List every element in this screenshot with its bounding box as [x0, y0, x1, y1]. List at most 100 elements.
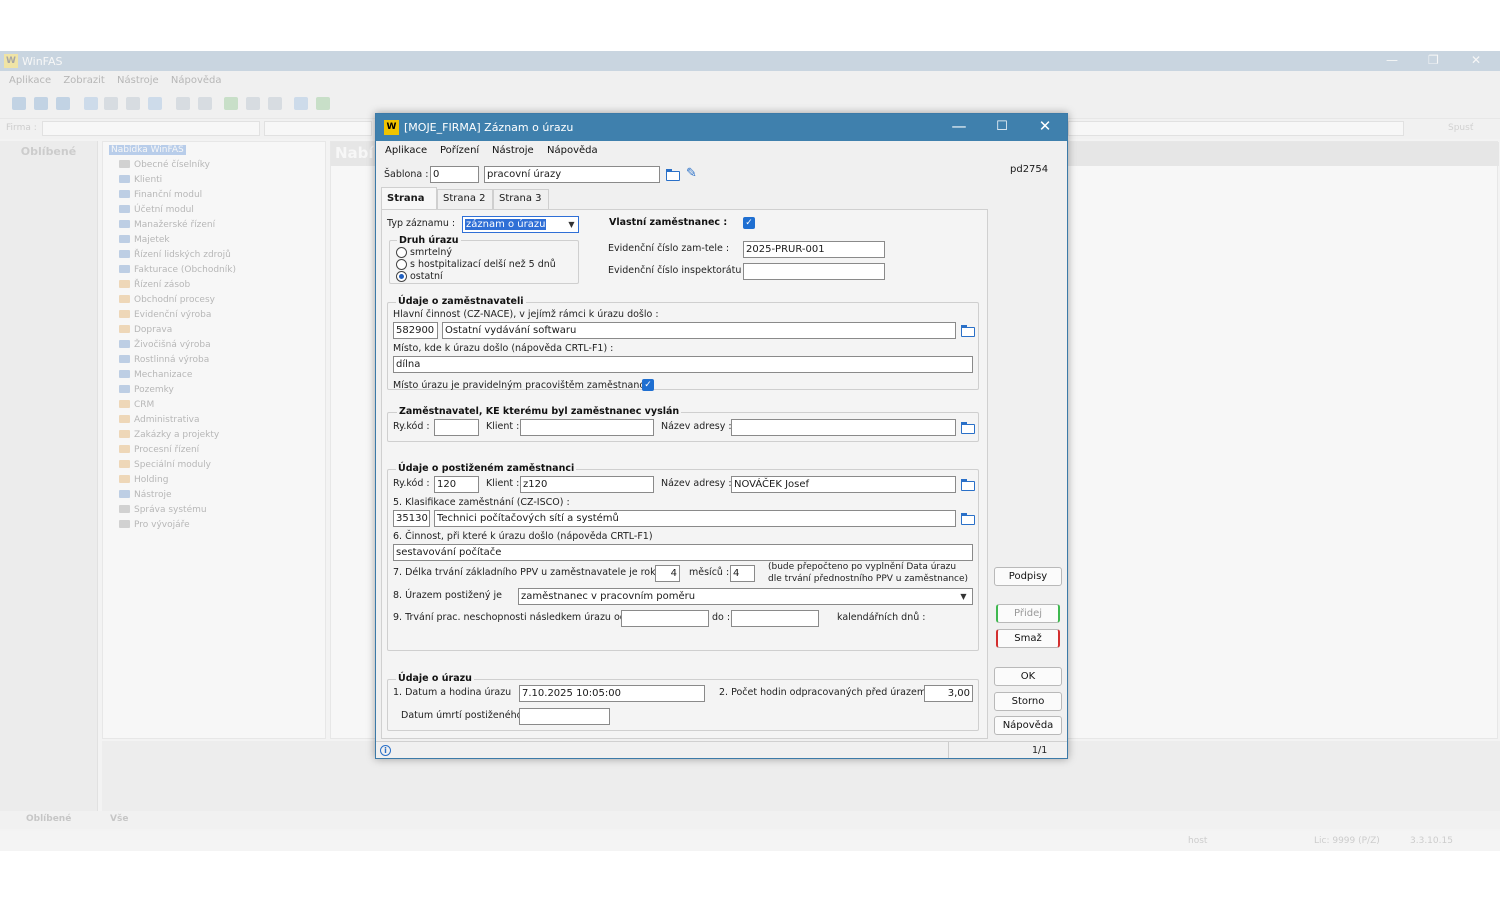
bg-help-icon[interactable] [316, 97, 330, 110]
bg-search-input[interactable] [1068, 121, 1404, 136]
bg-tool-icon[interactable] [198, 97, 212, 110]
menu-porizeni[interactable]: Pořízení [440, 145, 479, 156]
bg-settings-icon[interactable] [268, 97, 282, 110]
injured-addr-input[interactable]: NOVÁČEK Josef [731, 476, 956, 493]
bg-tree-item[interactable]: Doprava [111, 325, 172, 335]
bg-firma-input-2[interactable] [264, 121, 372, 136]
cancel-button[interactable]: Storno [994, 692, 1062, 711]
bg-tree-item[interactable]: Řízení zásob [111, 280, 190, 290]
bg-tool-icon[interactable] [176, 97, 190, 110]
bg-tool-icon[interactable] [34, 97, 48, 110]
menu-nastroje[interactable]: Nástroje [492, 145, 534, 156]
hours-worked-input[interactable]: 3,00 [924, 685, 973, 702]
bg-refresh-icon[interactable] [126, 97, 140, 110]
insp-evid-input[interactable] [743, 263, 885, 280]
bg-tree-item[interactable]: Správa systému [111, 505, 207, 515]
bg-restore-icon[interactable]: ❐ [1428, 53, 1439, 67]
sent-addr-input[interactable] [731, 419, 956, 436]
months-input[interactable]: 4 [730, 565, 755, 582]
emp-evid-input[interactable]: 2025-PRUR-001 [743, 241, 885, 258]
minimize-icon[interactable]: — [944, 117, 974, 135]
bg-close-icon[interactable]: ✕ [1471, 53, 1481, 67]
isco-code-input[interactable]: 35130 [393, 510, 430, 527]
bg-tool-icon[interactable] [12, 97, 26, 110]
bg-tree-item[interactable]: Pro vývojáře [111, 520, 190, 530]
radio-fatal[interactable] [396, 247, 407, 258]
bg-tool-icon[interactable] [294, 97, 308, 110]
incapacity-to-input[interactable] [731, 610, 819, 627]
bg-menu-napoveda[interactable]: Nápověda [171, 75, 222, 86]
bg-tree-item[interactable]: Účetní modul [111, 205, 194, 215]
open-folder-icon[interactable] [666, 169, 680, 181]
activity-input[interactable]: sestavování počítače [393, 544, 973, 561]
own-employee-checkbox[interactable]: ✓ [743, 217, 755, 229]
bg-tree-item[interactable]: Finanční modul [111, 190, 202, 200]
bg-tree-root[interactable]: Nabídka WinFAS [109, 145, 186, 155]
chevron-down-icon[interactable]: ▼ [956, 589, 971, 604]
bg-tool-icon[interactable] [148, 97, 162, 110]
isco-name-input[interactable]: Technici počítačových sítí a systémů [434, 510, 956, 527]
bg-tool-icon[interactable] [246, 97, 260, 110]
nace-name-input[interactable]: Ostatní vydávání softwaru [442, 322, 956, 339]
info-icon[interactable]: i [380, 745, 391, 756]
edit-pencil-icon[interactable]: ✎ [686, 166, 697, 181]
nace-code-input[interactable]: 582900 [393, 322, 438, 339]
bg-tree-item[interactable]: Živočišná výroba [111, 340, 211, 350]
template-code-input[interactable]: 0 [430, 166, 479, 183]
injured-is-select[interactable]: zaměstnanec v pracovním poměru [518, 588, 973, 605]
bg-tree-item[interactable]: Speciální moduly [111, 460, 211, 470]
bg-tree-item[interactable]: Nástroje [111, 490, 172, 500]
bg-menu-aplikace[interactable]: Aplikace [9, 75, 51, 86]
menu-aplikace[interactable]: Aplikace [385, 145, 427, 156]
bg-spust-button[interactable]: Spusť [1448, 123, 1473, 133]
open-folder-icon[interactable] [961, 325, 975, 337]
accident-place-input[interactable]: dílna [393, 356, 973, 373]
open-folder-icon[interactable] [961, 513, 975, 525]
open-folder-icon[interactable] [961, 422, 975, 434]
bg-tree-item[interactable]: Manažerské řízení [111, 220, 215, 230]
accident-date-input[interactable]: 7.10.2025 10:05:00 [519, 685, 705, 702]
bg-tree-item[interactable]: Klienti [111, 175, 162, 185]
bg-tree-item[interactable]: Zakázky a projekty [111, 430, 219, 440]
bg-tree-item[interactable]: Mechanizace [111, 370, 192, 380]
injured-client-input[interactable]: z120 [520, 476, 654, 493]
death-date-input[interactable] [519, 708, 610, 725]
radio-hospitalized[interactable] [396, 259, 407, 270]
menu-napoveda[interactable]: Nápověda [547, 145, 598, 156]
radio-other[interactable] [396, 271, 407, 282]
bg-tree-item[interactable]: Holding [111, 475, 168, 485]
tab-strana-3[interactable]: Strana 3 [493, 189, 549, 209]
sent-ry-input[interactable] [434, 419, 479, 436]
bg-tree-item[interactable]: Rostlinná výroba [111, 355, 209, 365]
bg-tree-item[interactable]: Obecné číselníky [111, 160, 210, 170]
bg-tool-icon[interactable] [56, 97, 70, 110]
bg-tree-item[interactable]: CRM [111, 400, 154, 410]
incapacity-from-input[interactable] [621, 610, 709, 627]
signatures-button[interactable]: Podpisy [994, 567, 1062, 586]
tab-strana-2[interactable]: Strana 2 [437, 189, 493, 209]
record-type-select[interactable]: záznam o úrazu [462, 216, 579, 233]
bg-tree-item[interactable]: Pozemky [111, 385, 174, 395]
open-folder-icon[interactable] [961, 479, 975, 491]
injured-ry-input[interactable]: 120 [434, 476, 479, 493]
template-name-input[interactable]: pracovní úrazy [484, 166, 660, 183]
regular-workplace-checkbox[interactable]: ✓ [642, 379, 654, 391]
help-button[interactable]: Nápověda [994, 716, 1062, 735]
tab-strana-1[interactable]: Strana 1 [381, 187, 437, 226]
bg-tree-item[interactable]: Obchodní procesy [111, 295, 215, 305]
sent-client-input[interactable] [520, 419, 654, 436]
maximize-icon[interactable]: ☐ [987, 119, 1017, 134]
bg-tool-icon[interactable] [104, 97, 118, 110]
delete-button[interactable]: Smaž [996, 629, 1060, 648]
bg-tree-item[interactable]: Řízení lidských zdrojů [111, 250, 231, 260]
bg-firma-input[interactable] [42, 121, 260, 136]
chevron-down-icon[interactable]: ▼ [564, 217, 579, 232]
bg-minimize-icon[interactable]: — [1386, 53, 1398, 67]
ok-button[interactable]: OK [994, 667, 1062, 686]
years-input[interactable]: 4 [655, 565, 680, 582]
bg-menu-zobrazit[interactable]: Zobrazit [63, 75, 105, 86]
bg-menu-nastroje[interactable]: Nástroje [117, 75, 159, 86]
bg-tab-favorites[interactable]: Oblíbené [26, 814, 71, 824]
bg-tree-item[interactable]: Evidenční výroba [111, 310, 211, 320]
close-icon[interactable]: ✕ [1030, 117, 1060, 135]
